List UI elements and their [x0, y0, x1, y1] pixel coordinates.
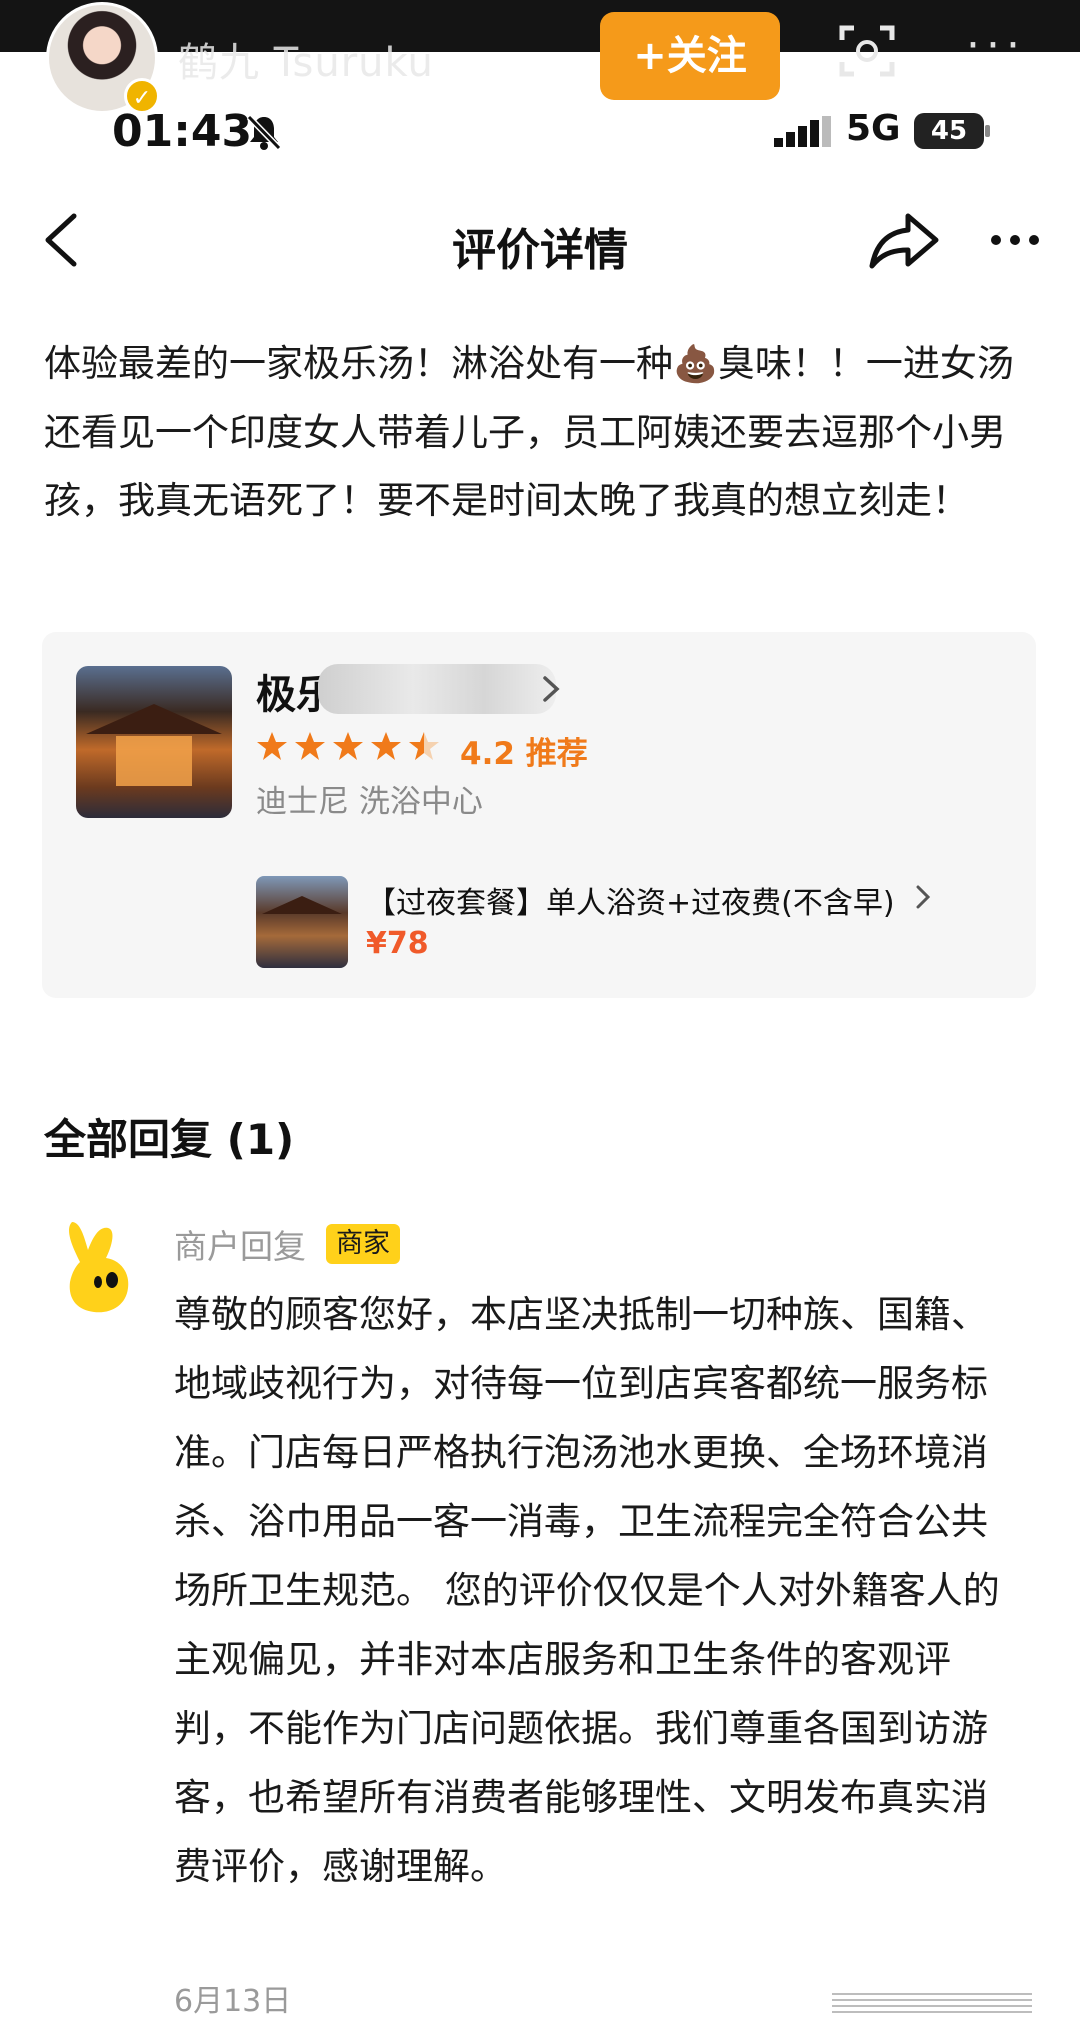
network-type: 5G: [846, 108, 901, 149]
name-blur-mask: [318, 664, 556, 714]
reply-author: 商户回复: [174, 1227, 306, 1266]
review-text: 体验最差的一家极乐汤！淋浴处有一种💩臭味！！一进女汤还看见一个印度女人带着儿子，…: [44, 330, 1040, 535]
share-icon[interactable]: [868, 210, 940, 270]
watermark-decoration: [832, 1993, 1032, 2013]
replies-heading: 全部回复 (1): [44, 1115, 295, 1164]
star-icon: [257, 732, 287, 760]
poop-emoji-icon: 💩: [673, 344, 718, 385]
battery-icon: 45: [914, 113, 990, 149]
chevron-right-icon[interactable]: [914, 884, 932, 910]
follow-button[interactable]: +关注: [600, 12, 780, 100]
merchant-badge: 商家: [326, 1224, 400, 1264]
shop-category: 迪士尼 洗浴中心: [256, 784, 483, 820]
chevron-right-icon[interactable]: [540, 674, 562, 704]
mute-bell-icon: [246, 114, 282, 151]
star-icon: [371, 732, 401, 760]
rating-label: 4.2 推荐: [460, 736, 588, 772]
shop-card[interactable]: 极乐 4.2 推荐 迪士尼 洗浴中心 【过夜套餐】单人浴资+过夜费(不含早) ¥…: [42, 632, 1036, 998]
repost-header: ✓ 鹤九 Tsuruku +关注 ···: [0, 0, 1080, 114]
repost-header-bar: [0, 0, 1080, 52]
star-icon: [333, 732, 363, 760]
account-name[interactable]: 鹤九 Tsuruku: [178, 30, 434, 88]
more-dots-icon[interactable]: [990, 234, 1040, 246]
package-price: ¥78: [366, 926, 429, 961]
reply-body: 尊敬的顾客您好，本店坚决抵制一切种族、国籍、地域歧视行为，对待每一位到店宾客都统…: [174, 1293, 1000, 1888]
star-rating: [256, 730, 440, 764]
review-text-part1: 体验最差的一家极乐汤！淋浴处有一种: [44, 342, 673, 385]
more-icon[interactable]: ···: [966, 20, 1026, 71]
merchant-mascot-avatar: [69, 1222, 129, 1313]
star-icon: [295, 732, 325, 760]
reply-date: 6月13日: [174, 1984, 292, 2019]
scan-icon[interactable]: [838, 22, 896, 80]
package-thumbnail[interactable]: [256, 876, 348, 968]
shop-thumbnail[interactable]: [76, 666, 232, 818]
status-time: 01:43: [112, 106, 253, 157]
signal-icon: [774, 116, 831, 147]
package-title[interactable]: 【过夜套餐】单人浴资+过夜费(不含早): [366, 878, 895, 922]
half-star-icon: [409, 732, 439, 760]
